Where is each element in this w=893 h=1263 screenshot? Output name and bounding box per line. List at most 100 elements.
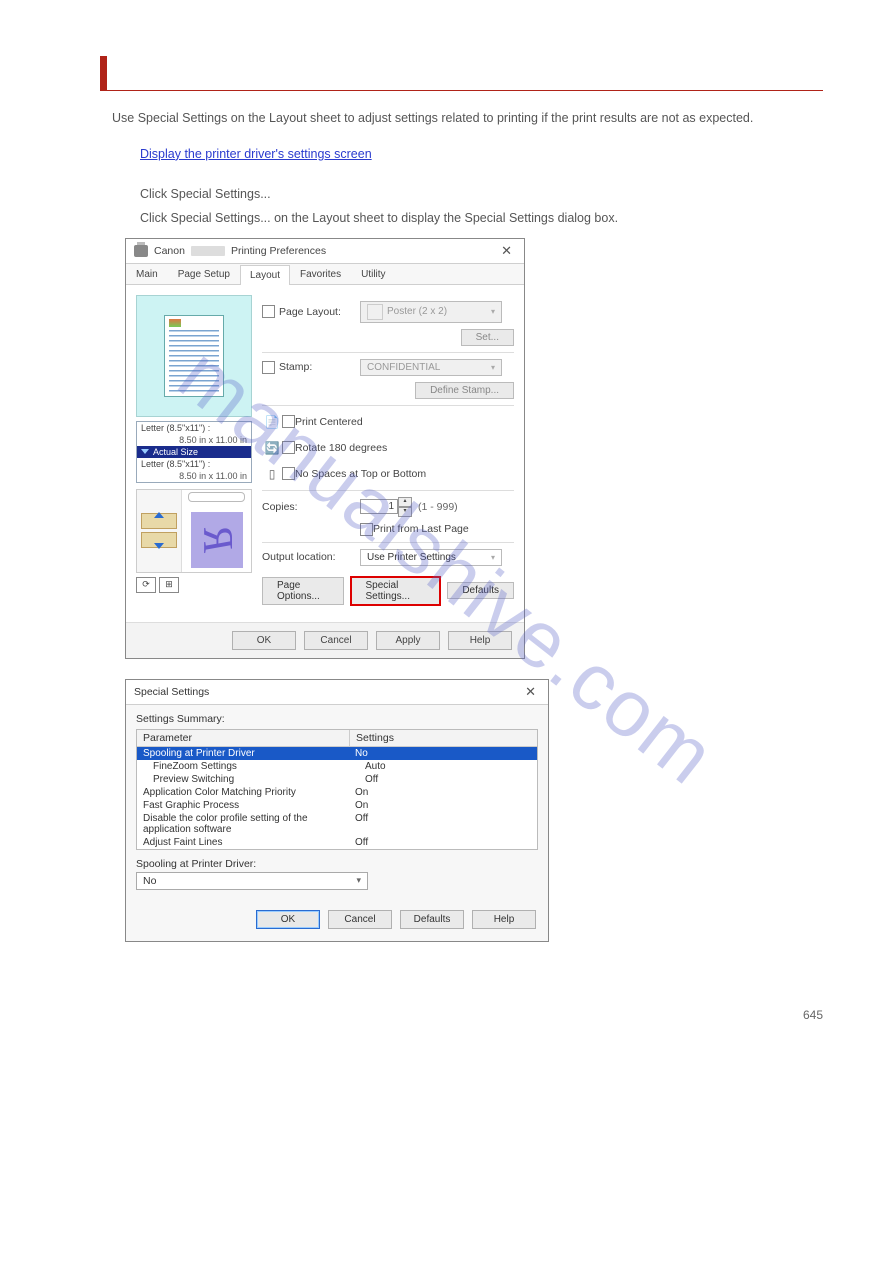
value-cell: Off [349, 812, 537, 836]
page-options-button[interactable]: Page Options... [262, 577, 344, 605]
copies-input[interactable]: 1 [360, 499, 398, 514]
value-cell: No [349, 747, 537, 760]
value-cell: On [349, 799, 537, 812]
settings-table: Parameter Settings Spooling at Printer D… [136, 729, 538, 850]
src-size-label: Letter (8.5"x11") : [137, 422, 251, 434]
page-layout-checkbox[interactable] [262, 305, 275, 318]
page-layout-label: Page Layout: [279, 306, 341, 318]
print-last-page-label: Print from Last Page [373, 523, 469, 535]
table-row[interactable]: Fast Graphic Process On [137, 799, 537, 812]
stamp-checkbox[interactable] [262, 361, 275, 374]
defaults-button[interactable]: Defaults [400, 910, 464, 929]
driver-settings-link[interactable]: Display the printer driver's settings sc… [140, 147, 372, 161]
param-cell: Spooling at Printer Driver [137, 747, 349, 760]
param-cell: Adjust Faint Lines [137, 836, 349, 849]
close-icon[interactable]: ✕ [521, 684, 540, 700]
spool-label: Spooling at Printer Driver: [136, 858, 538, 870]
table-row[interactable]: Spooling at Printer Driver No [137, 747, 537, 760]
cancel-button[interactable]: Cancel [328, 910, 392, 929]
table-row[interactable]: Preview Switching Off [137, 773, 537, 786]
spool-value: No [143, 875, 156, 887]
col-parameter[interactable]: Parameter [137, 730, 350, 746]
rotate-180-checkbox[interactable] [282, 441, 295, 454]
col-settings[interactable]: Settings [350, 730, 537, 746]
ok-button[interactable]: OK [256, 910, 320, 929]
ok-button[interactable]: OK [232, 631, 296, 650]
step-2-desc: Click Special Settings... on the Layout … [140, 208, 823, 228]
copies-range: (1 - 999) [418, 501, 458, 513]
step-1-number: 1. [106, 144, 127, 175]
help-button[interactable]: Help [472, 910, 536, 929]
dialog-title-prefix: Canon [154, 245, 185, 257]
src-size-dim: 8.50 in x 11.00 in [137, 434, 251, 446]
special-settings-dialog: Special Settings ✕ Settings Summary: Par… [125, 679, 549, 942]
step-2-number: 2. [106, 184, 127, 215]
apply-button[interactable]: Apply [376, 631, 440, 650]
output-location-combo[interactable]: Use Printer Settings ▾ [360, 549, 502, 566]
page-layout-combo[interactable]: Poster (2 x 2) ▾ [360, 301, 502, 323]
output-location-value: Use Printer Settings [367, 552, 456, 563]
value-cell: Auto [359, 760, 537, 773]
dialog-title-suffix: Printing Preferences [231, 245, 326, 257]
cancel-button[interactable]: Cancel [304, 631, 368, 650]
printer-icon [134, 245, 148, 257]
tab-utility[interactable]: Utility [351, 264, 395, 284]
output-location-label: Output location: [262, 551, 336, 563]
tab-layout[interactable]: Layout [240, 265, 290, 285]
section-header: Special Settings [100, 60, 823, 91]
preview-control-1[interactable]: ⟳ [136, 577, 156, 593]
table-row[interactable]: Application Color Matching Priority On [137, 786, 537, 799]
model-obscured [191, 246, 225, 256]
rotate-icon: 🔄 [262, 438, 282, 458]
dst-size-label: Letter (8.5"x11") : [137, 458, 251, 470]
chevron-down-icon: ▾ [356, 875, 361, 887]
dst-size-dim: 8.50 in x 11.00 in [137, 470, 251, 482]
step-2-title: Click Special Settings... [140, 184, 823, 204]
rotate-180-label: Rotate 180 degrees [295, 442, 387, 454]
printing-preferences-dialog: Canon Printing Preferences ✕ Main Page S… [125, 238, 525, 659]
table-row[interactable]: Disable the color profile setting of the… [137, 812, 537, 836]
spool-combo[interactable]: No ▾ [136, 872, 368, 890]
param-cell: Preview Switching [137, 773, 359, 786]
spin-down-icon[interactable]: ▾ [398, 507, 412, 517]
actual-size-row[interactable]: Actual Size [137, 446, 251, 458]
tray-up-icon [141, 513, 177, 529]
chevron-down-icon: ▾ [491, 307, 495, 316]
print-centered-checkbox[interactable] [282, 415, 295, 428]
tray-down-icon [141, 532, 177, 548]
tab-page-setup[interactable]: Page Setup [168, 264, 240, 284]
close-icon[interactable]: ✕ [497, 243, 516, 259]
table-row[interactable]: FineZoom Settings Auto [137, 760, 537, 773]
chevron-down-icon: ▾ [491, 363, 495, 372]
tab-main[interactable]: Main [126, 264, 168, 284]
param-cell: Disable the color profile setting of the… [137, 812, 349, 836]
stamp-value: CONFIDENTIAL [367, 362, 440, 373]
doc-thumb-icon [164, 315, 224, 397]
value-cell: On [349, 786, 537, 799]
defaults-button[interactable]: Defaults [447, 582, 514, 599]
spin-up-icon[interactable]: ▴ [398, 497, 412, 507]
copies-label: Copies: [262, 501, 298, 513]
tab-favorites[interactable]: Favorites [290, 264, 351, 284]
table-row[interactable]: Adjust Faint Lines Off [137, 836, 537, 849]
size-info: Letter (8.5"x11") : 8.50 in x 11.00 in A… [136, 421, 252, 483]
print-last-page-checkbox[interactable] [360, 523, 373, 536]
define-stamp-button[interactable]: Define Stamp... [415, 382, 514, 399]
actual-size-label: Actual Size [153, 447, 198, 457]
param-cell: FineZoom Settings [137, 760, 359, 773]
preview-control-2[interactable]: ⊞ [159, 577, 179, 593]
value-cell: Off [349, 836, 537, 849]
page-layout-value: Poster (2 x 2) [387, 306, 447, 317]
stamp-combo[interactable]: CONFIDENTIAL ▾ [360, 359, 502, 376]
copies-spinner[interactable]: 1 ▴▾ [360, 497, 412, 517]
poster-icon [367, 304, 383, 320]
no-spaces-checkbox[interactable] [282, 467, 295, 480]
special-settings-button[interactable]: Special Settings... [350, 576, 442, 606]
special-dialog-title: Special Settings [134, 686, 209, 698]
page-number: 645 [803, 1008, 823, 1022]
help-button[interactable]: Help [448, 631, 512, 650]
tab-bar: Main Page Setup Layout Favorites Utility [126, 264, 524, 285]
chevron-down-icon: ▾ [491, 553, 495, 562]
nospace-icon: ▯ [262, 464, 282, 484]
set-button[interactable]: Set... [461, 329, 514, 346]
